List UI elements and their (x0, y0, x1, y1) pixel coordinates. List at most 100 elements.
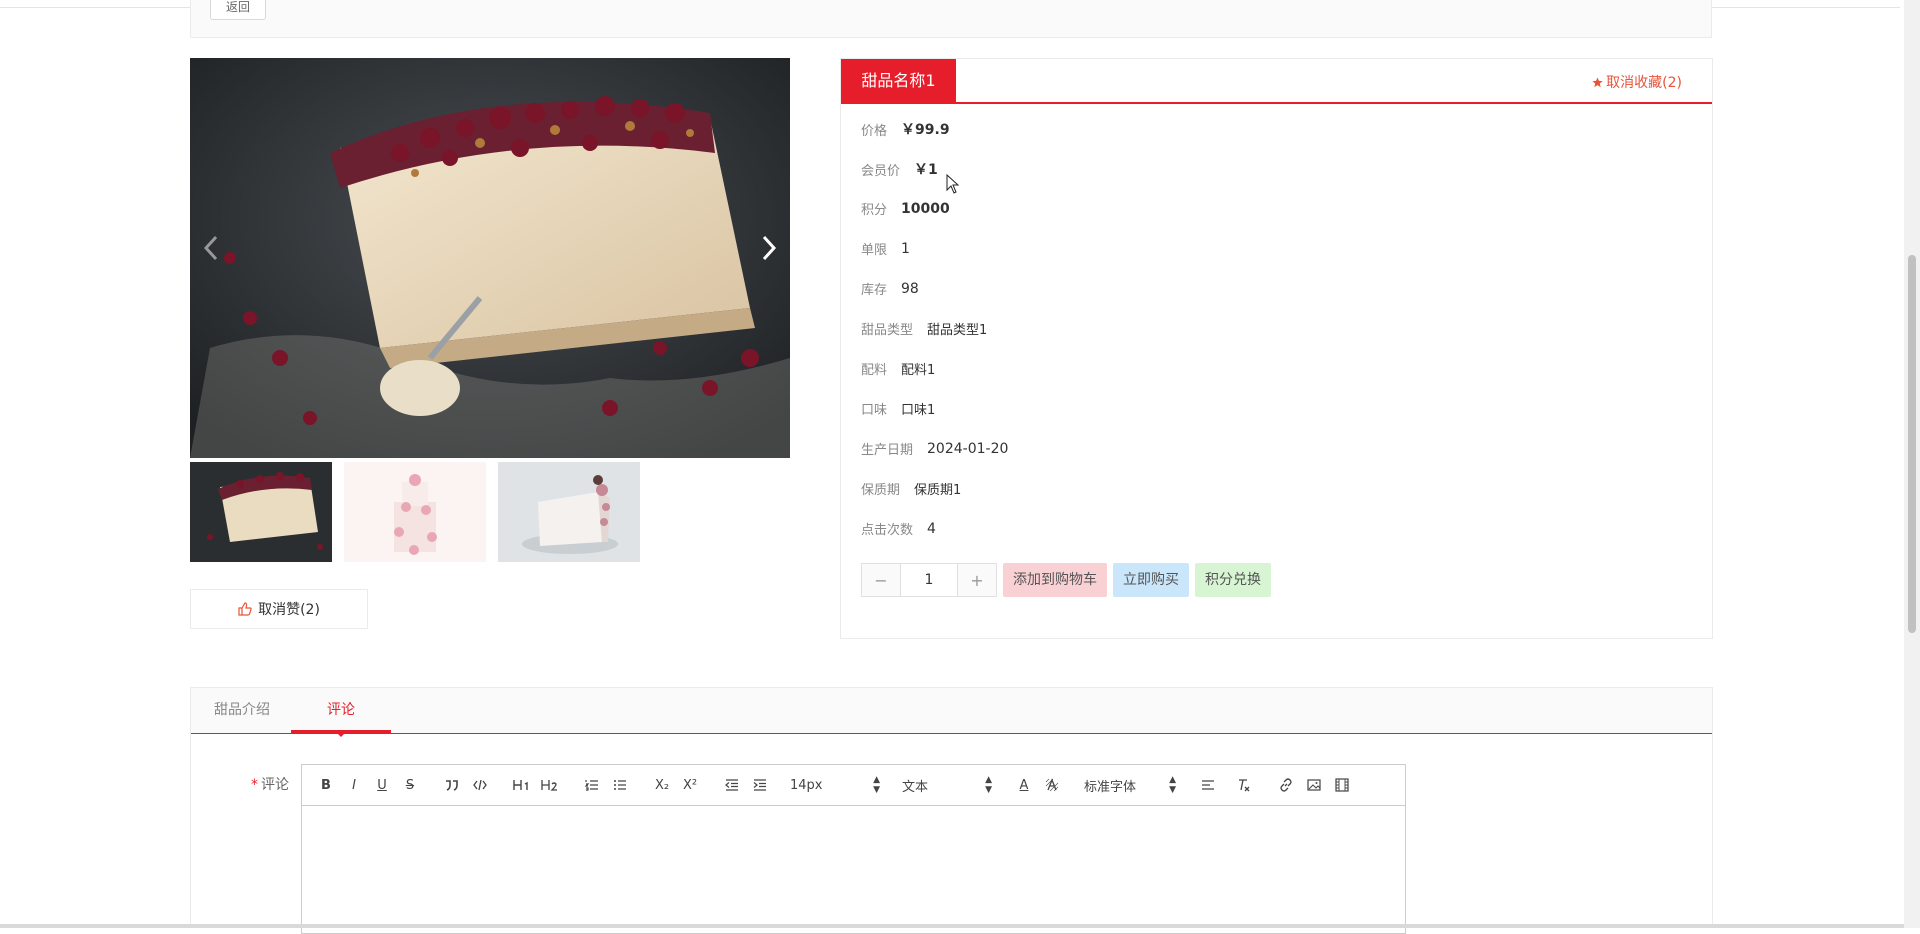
carousel-prev-arrow[interactable] (196, 228, 226, 268)
h1-icon (513, 780, 528, 790)
quantity-stepper: − 1 + 添加到购物车 立即购买 积分兑换 (861, 563, 1271, 597)
highlight-icon (1045, 778, 1059, 792)
underline-button[interactable]: U (368, 765, 396, 805)
header-format-select[interactable]: 文本 ▲ ▼ (902, 765, 992, 805)
image-icon (1307, 779, 1321, 791)
insert-video-button[interactable] (1328, 765, 1356, 805)
points-exchange-button[interactable]: 积分兑换 (1195, 563, 1271, 597)
thumbnail-strip (190, 462, 640, 562)
align-left-icon (1202, 780, 1214, 790)
text-color-button[interactable]: A (1010, 765, 1038, 805)
clear-format-button[interactable] (1230, 765, 1258, 805)
clear-format-icon (1239, 779, 1250, 792)
field-stock: 库存 98 (861, 279, 919, 299)
field-value: 98 (901, 280, 919, 297)
font-family-select[interactable]: 标准字体 ▲ ▼ (1084, 765, 1176, 805)
quantity-increment-button[interactable]: + (957, 563, 997, 597)
field-value: ￥99.9 (901, 122, 950, 138)
insert-image-button[interactable] (1300, 765, 1328, 805)
bold-button[interactable]: B (312, 765, 340, 805)
field-label: 库存 (861, 283, 888, 298)
field-ingredients: 配料 配料1 (861, 359, 935, 378)
thumbnail-image (344, 462, 486, 562)
quantity-input[interactable]: 1 (901, 563, 957, 597)
link-icon (1280, 778, 1292, 792)
field-value: 2024-01-20 (927, 440, 1009, 457)
field-value: 10000 (901, 200, 950, 217)
tab-comments[interactable]: 评论 (291, 688, 391, 733)
field-label: 甜品类型 (861, 323, 914, 338)
product-title: 甜品名称1 (841, 59, 956, 102)
video-icon (1335, 778, 1349, 792)
field-label: 保质期 (861, 483, 901, 498)
comment-rich-text-editor[interactable]: B I U S X₂ X² 14px ▲ ▼ 文本 ▲ ▼ A 标准字体 ▲ ▼ (301, 764, 1406, 934)
italic-button[interactable]: I (340, 765, 368, 805)
superscript-button[interactable]: X² (676, 765, 704, 805)
thumbnail-2[interactable] (344, 462, 486, 562)
field-label: 会员价 (861, 163, 901, 179)
add-to-cart-button[interactable]: 添加到购物车 (1003, 563, 1107, 597)
code-icon (473, 779, 487, 791)
field-click-count: 点击次数 4 (861, 519, 936, 539)
background-color-button[interactable] (1038, 765, 1066, 805)
scrollbar-thumb[interactable] (1908, 255, 1916, 633)
thumbs-up-icon (238, 602, 252, 616)
font-family-value: 标准字体 (1084, 779, 1137, 795)
active-tab-caret (336, 732, 346, 737)
align-button[interactable] (1194, 765, 1222, 805)
insert-link-button[interactable] (1272, 765, 1300, 805)
chevron-right-icon (762, 235, 777, 261)
comment-field-label: * 评论 (251, 774, 289, 794)
ordered-list-icon (585, 780, 598, 791)
blockquote-button[interactable] (438, 765, 466, 805)
font-size-select[interactable]: 14px ▲ ▼ (790, 765, 880, 805)
field-label: 价格 (861, 123, 888, 139)
editor-toolbar: B I U S X₂ X² 14px ▲ ▼ 文本 ▲ ▼ A 标准字体 ▲ ▼ (302, 765, 1405, 806)
outdent-button[interactable] (718, 765, 746, 805)
select-arrows-icon: ▲ ▼ (873, 775, 880, 795)
field-shelf-life: 保质期 保质期1 (861, 479, 961, 498)
code-block-button[interactable] (466, 765, 494, 805)
field-label: 点击次数 (861, 523, 914, 538)
field-flavor: 口味 口味1 (861, 399, 935, 418)
carousel-next-arrow[interactable] (754, 228, 784, 268)
thumbnail-image (498, 462, 640, 562)
thumbnail-3[interactable] (498, 462, 640, 562)
product-info-header: 甜品名称1 取消收藏(2) (841, 59, 1712, 104)
subscript-button[interactable]: X₂ (648, 765, 676, 805)
field-value: 1 (901, 240, 910, 257)
field-limit: 单限 1 (861, 239, 910, 259)
page-scrollbar[interactable] (1904, 0, 1920, 928)
indent-icon (753, 779, 766, 791)
bullet-list-icon (614, 780, 626, 790)
thumbnail-1[interactable] (190, 462, 332, 562)
ordered-list-button[interactable] (578, 765, 606, 805)
outdent-icon (725, 779, 738, 791)
back-button[interactable]: 返回 (210, 0, 266, 20)
field-production-date: 生产日期 2024-01-20 (861, 439, 1009, 459)
chevron-left-icon (203, 235, 218, 261)
buy-now-button[interactable]: 立即购买 (1113, 563, 1189, 597)
required-mark: * (251, 777, 258, 793)
product-main-image (190, 58, 790, 458)
field-value: 4 (927, 520, 936, 537)
tab-introduction[interactable]: 甜品介绍 (201, 688, 283, 733)
field-label: 口味 (861, 403, 888, 418)
unlike-button[interactable]: 取消赞(2) (190, 589, 368, 629)
comment-label-text: 评论 (261, 777, 289, 793)
heading-1-button[interactable] (508, 765, 536, 805)
unfavorite-button[interactable]: 取消收藏(2) (1592, 72, 1682, 92)
bullet-list-button[interactable] (606, 765, 634, 805)
quote-icon (446, 780, 458, 791)
detail-tabs-section: 甜品介绍 评论 * 评论 B I U S X₂ X² 14px ▲ ▼ 文本 ▲… (190, 687, 1713, 934)
strike-button[interactable]: S (396, 765, 424, 805)
quantity-decrement-button[interactable]: − (861, 563, 901, 597)
unlike-label: 取消赞(2) (258, 602, 320, 618)
mouse-cursor-icon (946, 174, 960, 194)
heading-2-button[interactable] (536, 765, 564, 805)
select-arrows-icon: ▲ ▼ (1169, 775, 1176, 795)
product-image-carousel[interactable] (190, 58, 790, 458)
field-value: 保质期1 (914, 483, 962, 498)
field-value: ￥1 (914, 162, 938, 178)
indent-button[interactable] (746, 765, 774, 805)
